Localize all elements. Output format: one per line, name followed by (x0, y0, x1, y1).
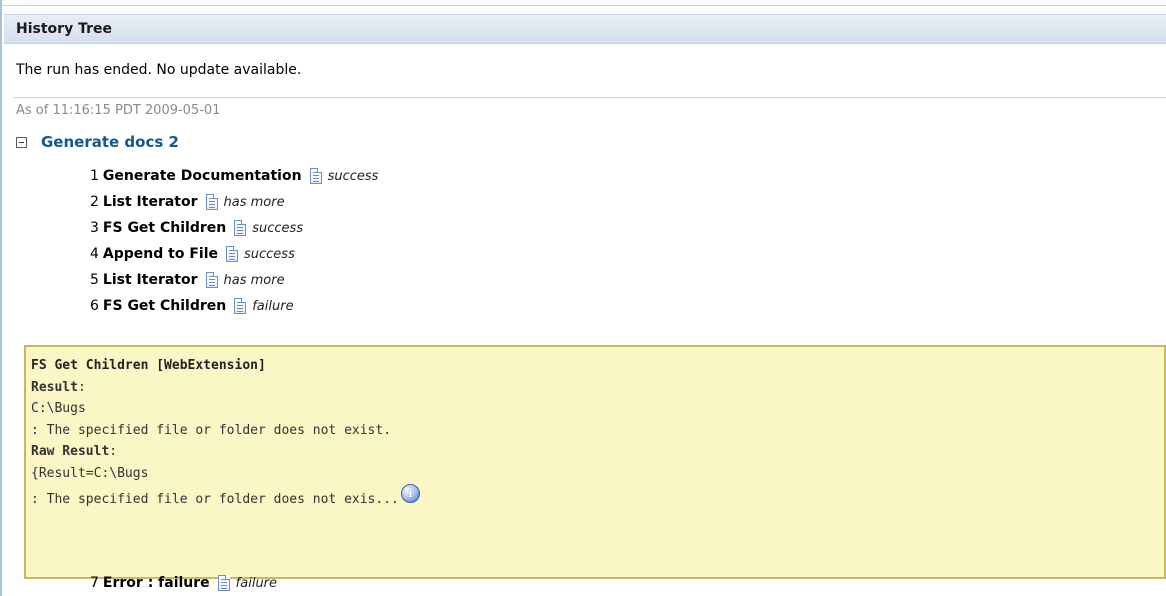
step-name[interactable]: Append to File (103, 246, 218, 262)
step-row[interactable]: 4 Append to File success (90, 241, 378, 267)
result-line: C:\Bugs (31, 401, 86, 416)
result-label: Result (31, 379, 78, 395)
history-tree-panel: History Tree The run has ended. No updat… (0, 0, 1166, 596)
raw-result-heading: Raw Result: (31, 441, 1159, 463)
step-status: success (327, 168, 379, 184)
document-icon[interactable] (234, 220, 247, 236)
collapse-minus-icon[interactable] (16, 136, 27, 148)
step-number: 2 (90, 194, 99, 210)
step-number: 4 (90, 246, 99, 262)
panel-header: History Tree (4, 14, 1166, 44)
document-icon[interactable] (205, 194, 218, 210)
panel-title: History Tree (16, 21, 112, 37)
detail-title: FS Get Children [WebExtension] (31, 358, 266, 373)
step-status: has more (223, 272, 285, 288)
step-list-continued: 7 Error : failure failure (90, 570, 277, 596)
step-row[interactable]: 2 List Iterator has more (90, 189, 378, 215)
step-status: failure (252, 298, 294, 314)
step-row[interactable]: 3 FS Get Children success (90, 215, 378, 241)
result-heading: Result: (31, 377, 1159, 399)
step-row[interactable]: 6 FS Get Children failure (90, 293, 378, 319)
step-name[interactable]: FS Get Children (103, 298, 226, 314)
document-icon[interactable] (226, 246, 238, 262)
document-icon[interactable] (217, 575, 230, 591)
tree-root-node[interactable]: Generate docs 2 (16, 130, 179, 154)
raw-result-line-truncated: : The specified file or folder does not … (31, 484, 1159, 507)
step-number: 6 (90, 298, 99, 314)
step-status: success (252, 220, 304, 236)
raw-result-text: : The specified file or folder does not … (31, 492, 399, 507)
step-row[interactable]: 5 List Iterator has more (90, 267, 378, 293)
step-name[interactable]: FS Get Children (103, 220, 226, 236)
document-icon[interactable] (234, 298, 247, 314)
result-colon: : (77, 379, 86, 395)
raw-result-label: Raw Result (31, 444, 110, 459)
step-name[interactable]: List Iterator (103, 272, 198, 288)
document-icon[interactable] (309, 168, 322, 184)
step-list: 1 Generate Documentation success 2 List … (90, 163, 378, 319)
raw-result-colon: : (109, 444, 118, 459)
step-status: success (244, 246, 295, 262)
step-status: failure (235, 575, 278, 591)
raw-result-line: {Result=C:\Bugs (31, 465, 149, 481)
step-number: 3 (90, 220, 99, 236)
info-icon[interactable]: i (400, 484, 420, 503)
tree-root-label[interactable]: Generate docs 2 (41, 133, 179, 151)
run-status-message: The run has ended. No update available. (16, 62, 302, 78)
step-status: has more (223, 194, 285, 210)
document-icon[interactable] (205, 272, 218, 288)
step-number: 7 (90, 575, 99, 591)
divider (14, 97, 1166, 98)
step-number: 5 (90, 272, 99, 288)
step-row[interactable]: 1 Generate Documentation success (90, 163, 378, 189)
as-of-timestamp: As of 11:16:15 PDT 2009-05-01 (16, 103, 221, 118)
step-number: 1 (90, 168, 99, 184)
step-row[interactable]: 7 Error : failure failure (90, 570, 277, 596)
result-line: : The specified file or folder does not … (31, 422, 392, 438)
step-detail-panel: FS Get Children [WebExtension] Result: C… (24, 345, 1166, 579)
step-name[interactable]: List Iterator (103, 194, 198, 210)
step-name[interactable]: Error : failure (103, 575, 210, 591)
top-border (2, 0, 1166, 6)
step-name[interactable]: Generate Documentation (103, 168, 302, 184)
